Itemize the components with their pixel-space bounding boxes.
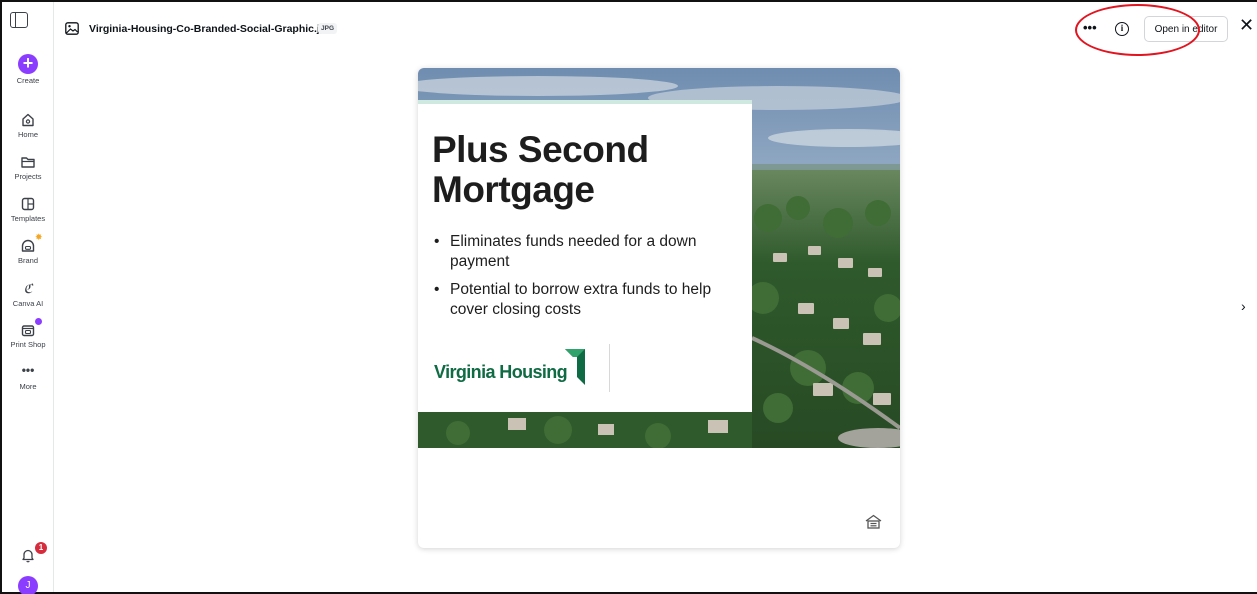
headline-line-2: Mortgage bbox=[432, 169, 595, 210]
list-item: Potential to borrow extra funds to help … bbox=[432, 280, 732, 320]
info-icon[interactable]: i bbox=[1115, 22, 1129, 36]
sidebar-toggle-icon[interactable] bbox=[10, 12, 28, 28]
sidebar-item-home[interactable]: Home bbox=[2, 112, 54, 139]
notification-count-badge: 1 bbox=[35, 542, 47, 554]
sidebar-item-label: More bbox=[19, 382, 37, 391]
list-item: Eliminates funds needed for a down payme… bbox=[432, 232, 732, 272]
virginia-housing-logo: Virginia Housing bbox=[434, 362, 568, 382]
brand-star-icon: ✸ bbox=[35, 232, 43, 242]
notifications-button[interactable]: 1 bbox=[2, 542, 54, 563]
folder-icon bbox=[21, 157, 35, 168]
sidebar-item-print-shop[interactable]: Print Shop bbox=[2, 318, 54, 349]
sidebar-item-label: Templates bbox=[10, 214, 46, 223]
image-file-icon bbox=[65, 22, 79, 35]
next-chevron-icon[interactable]: › bbox=[1241, 298, 1246, 314]
headline-line-1: Plus Second bbox=[432, 129, 649, 170]
sidebar-item-label: Print Shop bbox=[10, 340, 46, 349]
equal-housing-opportunity-icon bbox=[865, 514, 882, 529]
account-button[interactable]: J bbox=[2, 576, 54, 594]
sidebar-item-label: Canva AI bbox=[12, 299, 44, 308]
print-shop-dot-icon bbox=[35, 318, 42, 325]
sidebar-item-canva-ai[interactable]: ℭ Canva AI bbox=[2, 281, 54, 308]
open-in-editor-button[interactable]: Open in editor bbox=[1144, 16, 1228, 42]
templates-icon bbox=[21, 197, 35, 211]
sidebar-item-label: Projects bbox=[14, 172, 42, 181]
file-type-badge: JPG bbox=[318, 23, 338, 34]
more-options-icon[interactable]: ••• bbox=[1083, 20, 1097, 35]
viewer-header: Virginia-Housing-Co-Branded-Social-Graph… bbox=[55, 2, 1257, 54]
headline: Plus Second Mortgage bbox=[432, 130, 649, 210]
sidebar-item-more[interactable]: ••• More bbox=[2, 364, 54, 391]
create-label: Create bbox=[16, 76, 40, 85]
sidebar-item-templates[interactable]: Templates bbox=[2, 196, 54, 223]
file-name: Virginia-Housing-Co-Branded-Social-Graph… bbox=[89, 23, 333, 35]
home-icon bbox=[22, 113, 34, 127]
avatar: J bbox=[18, 576, 38, 594]
sidebar-item-label: Brand bbox=[17, 256, 38, 265]
sidebar-item-brand[interactable]: ✸ Brand bbox=[2, 232, 54, 265]
image-preview-card: Plus Second Mortgage Eliminates funds ne… bbox=[418, 68, 900, 548]
sidebar: + Create Home Projects Templates ✸ Brand… bbox=[2, 2, 54, 594]
sidebar-item-projects[interactable]: Projects bbox=[2, 154, 54, 181]
bell-icon bbox=[22, 549, 34, 563]
create-button[interactable]: + Create bbox=[2, 54, 54, 85]
text-panel: Plus Second Mortgage Eliminates funds ne… bbox=[418, 104, 752, 412]
logo-divider bbox=[609, 344, 610, 392]
sidebar-item-label: Home bbox=[17, 130, 38, 139]
more-dots-icon: ••• bbox=[21, 363, 35, 377]
plus-icon: + bbox=[18, 54, 38, 74]
benefits-list: Eliminates funds needed for a down payme… bbox=[432, 232, 732, 328]
virginia-housing-mark-icon bbox=[565, 349, 585, 385]
canva-ai-icon: ℭ bbox=[23, 281, 33, 296]
print-shop-icon bbox=[21, 325, 35, 337]
close-icon[interactable]: ✕ bbox=[1239, 16, 1254, 34]
brand-icon bbox=[21, 239, 35, 252]
